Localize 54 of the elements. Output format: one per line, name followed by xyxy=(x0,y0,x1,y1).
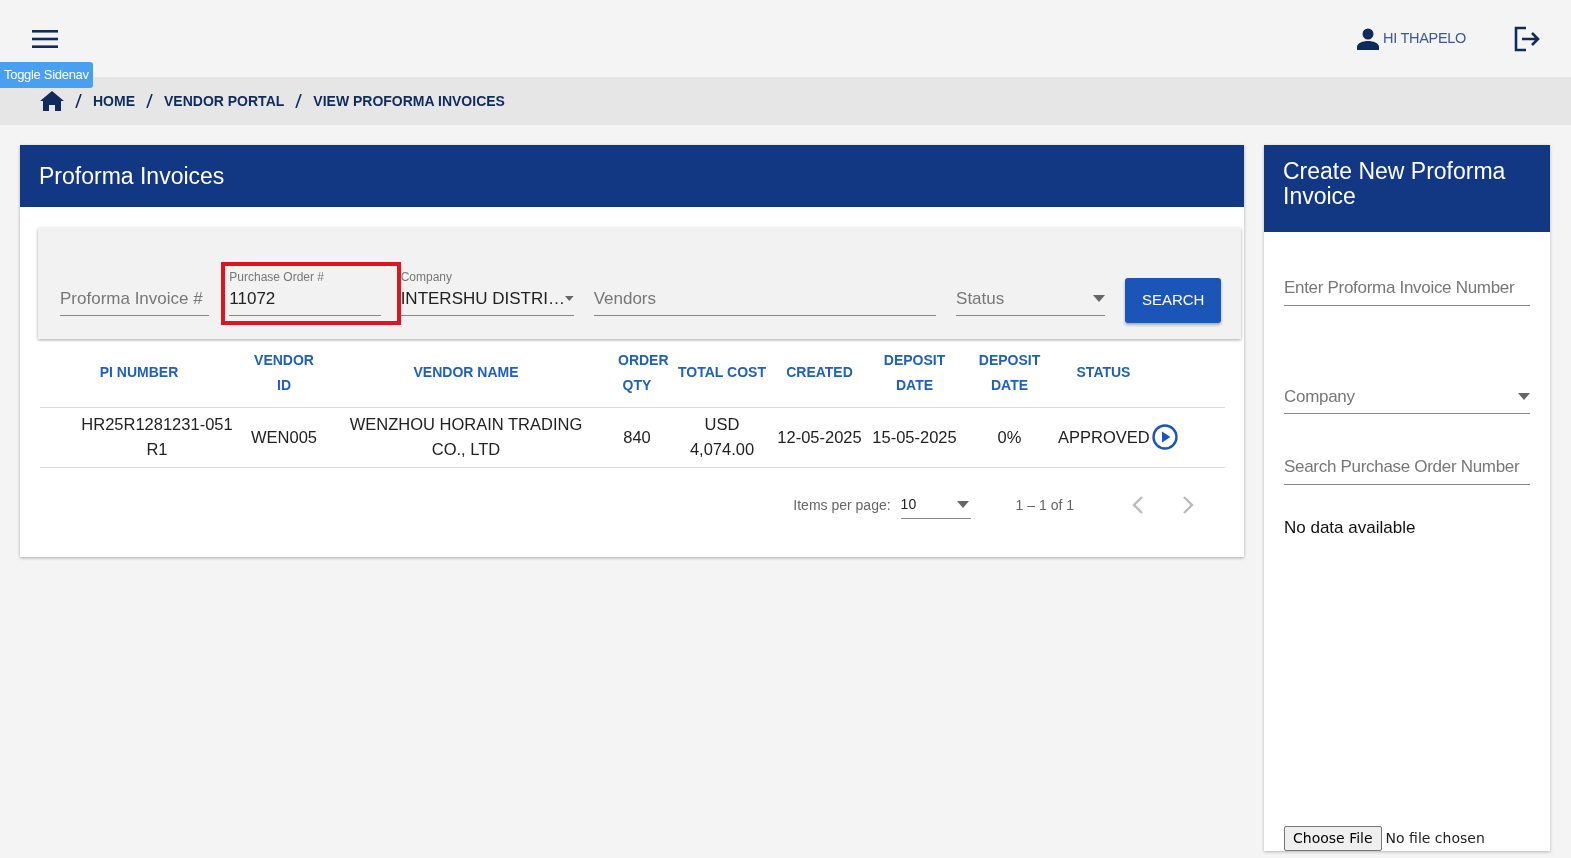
input-field[interactable]: 11072 xyxy=(229,283,381,317)
empty-message: No data available xyxy=(1284,516,1417,539)
field-label: Company xyxy=(400,269,453,284)
card-title: Proforma Invoices xyxy=(39,161,225,191)
select-field[interactable]: Company xyxy=(1284,381,1530,414)
column-header[interactable]: ORDER QTY xyxy=(602,339,672,407)
caret-icon xyxy=(1093,295,1106,302)
home-icon[interactable] xyxy=(40,91,64,111)
table-cell: 840 xyxy=(602,407,672,467)
caret-icon xyxy=(1518,392,1530,400)
column-header[interactable]: TOTAL COST xyxy=(672,339,772,407)
table-cell: WEN005 xyxy=(238,407,330,467)
column-header[interactable]: PI NUMBER xyxy=(40,339,238,407)
file-status: No file chosen xyxy=(1385,829,1485,848)
table-cell: 15-05-2025 xyxy=(867,407,962,467)
select-field[interactable]: INTERSHU DISTRI… xyxy=(400,283,574,317)
separator-icon xyxy=(295,94,303,108)
table-cell: HR25R1281231-051 R1 xyxy=(40,407,238,467)
search-button[interactable]: SEARCH xyxy=(1125,277,1221,323)
card-title: Create New Proforma Invoice xyxy=(1283,158,1506,209)
menu-icon[interactable] xyxy=(32,28,58,49)
input-field[interactable]: Vendors xyxy=(593,283,937,317)
user-greeting: HI THAPELO xyxy=(1383,28,1466,48)
separator-icon xyxy=(75,94,82,108)
pagination-range: 1 – 1 of 1 xyxy=(1015,495,1074,515)
table-cell: USD 4,074.00 xyxy=(672,407,772,467)
breadcrumb-link[interactable]: VIEW PROFORMA INVOICES xyxy=(313,90,505,112)
caret-icon xyxy=(956,500,969,508)
column-header[interactable]: DEPOSIT DATE xyxy=(867,339,962,407)
play-icon[interactable] xyxy=(1152,424,1178,451)
pagination-label: Items per page: xyxy=(793,495,891,515)
table-cell: 0% xyxy=(962,407,1057,467)
logout-icon[interactable] xyxy=(1514,25,1541,52)
file-button[interactable]: Choose File xyxy=(1284,826,1382,851)
breadcrumb-link[interactable]: HOME xyxy=(93,90,135,112)
breadcrumb-link[interactable]: VENDOR PORTAL xyxy=(164,90,285,112)
tooltip: Toggle Sidenav xyxy=(0,62,93,88)
table-cell: 12-05-2025 xyxy=(772,407,867,467)
table-cell: APPROVED xyxy=(1057,407,1150,467)
column-header[interactable]: VENDOR ID xyxy=(238,339,330,407)
column-header[interactable]: CREATED xyxy=(772,339,867,407)
separator-icon xyxy=(146,94,153,108)
page-size-select[interactable]: 10 xyxy=(900,491,971,519)
input-field[interactable]: Proforma Invoice # xyxy=(60,283,210,317)
field-label: Purchase Order # xyxy=(229,269,326,284)
column-header[interactable]: VENDOR NAME xyxy=(330,339,602,407)
column-header[interactable]: STATUS xyxy=(1057,339,1150,407)
select-field[interactable]: Status xyxy=(956,283,1106,317)
caret-icon xyxy=(564,295,574,302)
table-cell: WENZHOU HORAIN TRADING CO., LTD xyxy=(330,407,602,467)
user-icon xyxy=(1357,27,1380,50)
input-field[interactable]: Search Purchase Order Number xyxy=(1284,452,1530,485)
input-field[interactable]: Enter Proforma Invoice Number xyxy=(1284,273,1530,306)
column-header[interactable]: DEPOSIT DATE xyxy=(962,339,1057,407)
